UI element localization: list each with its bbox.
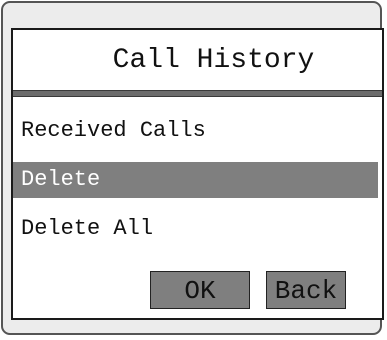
title-divider: [13, 90, 382, 97]
screen-title: Call History: [112, 44, 315, 76]
ok-button[interactable]: OK: [150, 271, 250, 309]
phone-screen: Call History Received Calls Delete Delet…: [11, 28, 384, 320]
back-button[interactable]: Back: [266, 271, 346, 309]
menu-item-delete[interactable]: Delete: [13, 162, 378, 198]
menu-item-delete-all[interactable]: Delete All: [13, 211, 378, 247]
menu-item-received-calls[interactable]: Received Calls: [13, 113, 378, 149]
title-bar: Call History: [13, 30, 382, 90]
